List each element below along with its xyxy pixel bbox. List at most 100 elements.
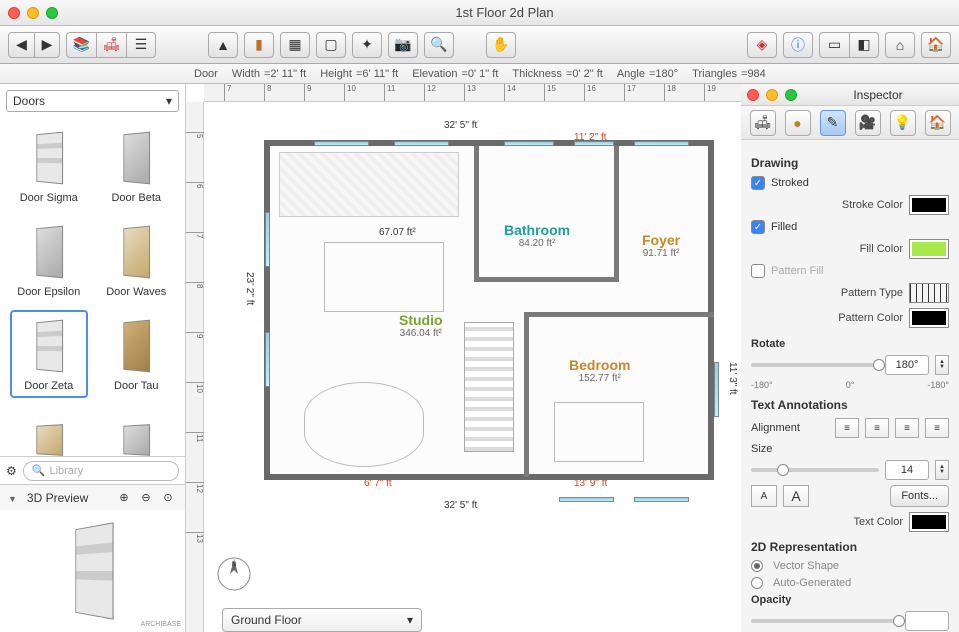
- tab-2d-icon[interactable]: ✎: [820, 110, 846, 136]
- inspector-tabs: 🛋 ● ✎ 🎥 💡 🏠: [741, 106, 959, 140]
- filled-label: Filled: [771, 221, 797, 233]
- library-grid: Door Sigma Door Beta Door Epsilon Door W…: [0, 118, 185, 456]
- nav-back-button[interactable]: ◀: [8, 32, 34, 58]
- library-item[interactable]: [10, 404, 88, 456]
- library-item[interactable]: Door Waves: [98, 216, 176, 304]
- zoom-window-icon[interactable]: [46, 7, 58, 19]
- studio-area-sub: 67.07 ft²: [379, 227, 416, 238]
- opacity-slider[interactable]: [751, 619, 899, 623]
- library-search[interactable]: 🔍 Library: [23, 461, 179, 481]
- list-icon[interactable]: ☰: [126, 32, 156, 58]
- size-slider[interactable]: [751, 468, 879, 472]
- opacity-value[interactable]: [905, 611, 949, 631]
- zoom-out-icon[interactable]: ⊖: [137, 489, 155, 507]
- floor-tool-icon[interactable]: ▢: [316, 32, 346, 58]
- align-justify-button[interactable]: ≡: [925, 418, 949, 438]
- text-color-label: Text Color: [751, 516, 903, 528]
- library-item-selected[interactable]: Door Zeta: [10, 310, 88, 398]
- text-color-swatch[interactable]: [909, 512, 949, 532]
- floorplan-canvas[interactable]: 32' 5" ft 11' 2" ft 32' 5" ft 6' 7" ft 1…: [204, 102, 741, 632]
- align-center-button[interactable]: ≡: [865, 418, 889, 438]
- library-books-icon[interactable]: 📚: [66, 32, 96, 58]
- svg-text:N: N: [232, 562, 236, 568]
- zoom-in-icon[interactable]: ⊕: [115, 489, 133, 507]
- font-style-small-button[interactable]: A: [751, 485, 777, 507]
- window: [394, 141, 449, 146]
- sofa-set: [304, 382, 424, 467]
- preview-header[interactable]: 3D Preview ⊕ ⊖ ⊙: [0, 484, 185, 510]
- nav-forward-button[interactable]: ▶: [34, 32, 60, 58]
- minimize-window-icon[interactable]: [27, 7, 39, 19]
- rotate-stepper[interactable]: ▲▼: [935, 355, 949, 375]
- view-3d-icon[interactable]: ◧: [849, 32, 879, 58]
- library-item[interactable]: [98, 404, 176, 456]
- library-item[interactable]: Door Beta: [98, 122, 176, 210]
- zoom-fit-icon[interactable]: ⊙: [159, 489, 177, 507]
- window: [265, 332, 270, 387]
- tab-lights-icon[interactable]: 💡: [890, 110, 916, 136]
- fonts-button[interactable]: Fonts...: [890, 485, 949, 507]
- archibase-badge: ARCHIBASE: [141, 621, 181, 628]
- pattern-fill-checkbox[interactable]: [751, 264, 765, 278]
- floor-select[interactable]: Ground Floor ▾: [222, 608, 422, 632]
- close-icon[interactable]: [747, 89, 759, 101]
- zoom-icon[interactable]: [785, 89, 797, 101]
- room-tool-icon[interactable]: ▦: [280, 32, 310, 58]
- pan-tool-icon[interactable]: ✋: [486, 32, 516, 58]
- font-style-large-button[interactable]: A: [783, 485, 809, 507]
- fill-color-swatch[interactable]: [909, 239, 949, 259]
- status-object: Door: [194, 68, 218, 80]
- home-icon[interactable]: 🏠: [921, 32, 951, 58]
- align-right-button[interactable]: ≡: [895, 418, 919, 438]
- window: [574, 141, 614, 146]
- view-2d-icon[interactable]: ▭: [819, 32, 849, 58]
- tab-materials-icon[interactable]: ●: [785, 110, 811, 136]
- pattern-color-swatch[interactable]: [909, 308, 949, 328]
- auto-generated-radio[interactable]: [751, 577, 763, 589]
- pointer-tool-icon[interactable]: ▲: [208, 32, 238, 58]
- library-item[interactable]: Door Sigma: [10, 122, 88, 210]
- window: [634, 497, 689, 502]
- preview-3d[interactable]: ARCHIBASE: [0, 510, 185, 632]
- chevron-down-icon: ▾: [407, 613, 413, 627]
- rotate-slider[interactable]: [751, 363, 879, 367]
- camera-tool-icon[interactable]: 📷: [388, 32, 418, 58]
- fill-color-label: Fill Color: [751, 243, 903, 255]
- window: [714, 362, 719, 417]
- tab-furniture-icon[interactable]: 🛋: [750, 110, 776, 136]
- pattern-fill-label: Pattern Fill: [771, 265, 824, 277]
- wall: [474, 277, 619, 282]
- tab-cameras-icon[interactable]: 🎥: [855, 110, 881, 136]
- close-window-icon[interactable]: [8, 7, 20, 19]
- section-text-annotations: Text Annotations: [751, 398, 949, 412]
- stroke-color-swatch[interactable]: [909, 195, 949, 215]
- room-bathroom: Bathroom84.20 ft²: [504, 222, 570, 249]
- section-2d-representation: 2D Representation: [751, 540, 949, 554]
- dimension-tool-icon[interactable]: ✦: [352, 32, 382, 58]
- gear-icon[interactable]: ⚙: [6, 464, 17, 478]
- library-item[interactable]: Door Epsilon: [10, 216, 88, 304]
- pattern-type-swatch[interactable]: [909, 283, 949, 303]
- rotate-label: Rotate: [751, 338, 785, 350]
- info-icon[interactable]: ⓘ: [783, 32, 813, 58]
- minimize-icon[interactable]: [766, 89, 778, 101]
- furniture-icon[interactable]: 🛋: [96, 32, 126, 58]
- bed: [554, 402, 644, 462]
- library-item[interactable]: Door Tau: [98, 310, 176, 398]
- main-toolbar: ◀ ▶ 📚 🛋 ☰ ▲ ▮ ▦ ▢ ✦ 📷 🔍 ✋ ◈ ⓘ ▭ ◧ ⌂ 🏠: [0, 26, 959, 64]
- vector-shape-radio[interactable]: [751, 560, 763, 572]
- wall-tool-icon[interactable]: ▮: [244, 32, 274, 58]
- size-value[interactable]: 14: [885, 460, 929, 480]
- size-stepper[interactable]: ▲▼: [935, 460, 949, 480]
- render-icon[interactable]: ◈: [747, 32, 777, 58]
- tab-building-icon[interactable]: 🏠: [925, 110, 951, 136]
- align-left-button[interactable]: ≡: [835, 418, 859, 438]
- stroked-checkbox[interactable]: [751, 176, 765, 190]
- zoom-tool-icon[interactable]: 🔍: [424, 32, 454, 58]
- disclosure-triangle-icon[interactable]: [8, 491, 21, 505]
- filled-checkbox[interactable]: [751, 220, 765, 234]
- elevation-icon[interactable]: ⌂: [885, 32, 915, 58]
- floor-label: Ground Floor: [231, 613, 302, 627]
- category-select[interactable]: Doors ▾: [6, 90, 179, 112]
- rotate-value[interactable]: 180°: [885, 355, 929, 375]
